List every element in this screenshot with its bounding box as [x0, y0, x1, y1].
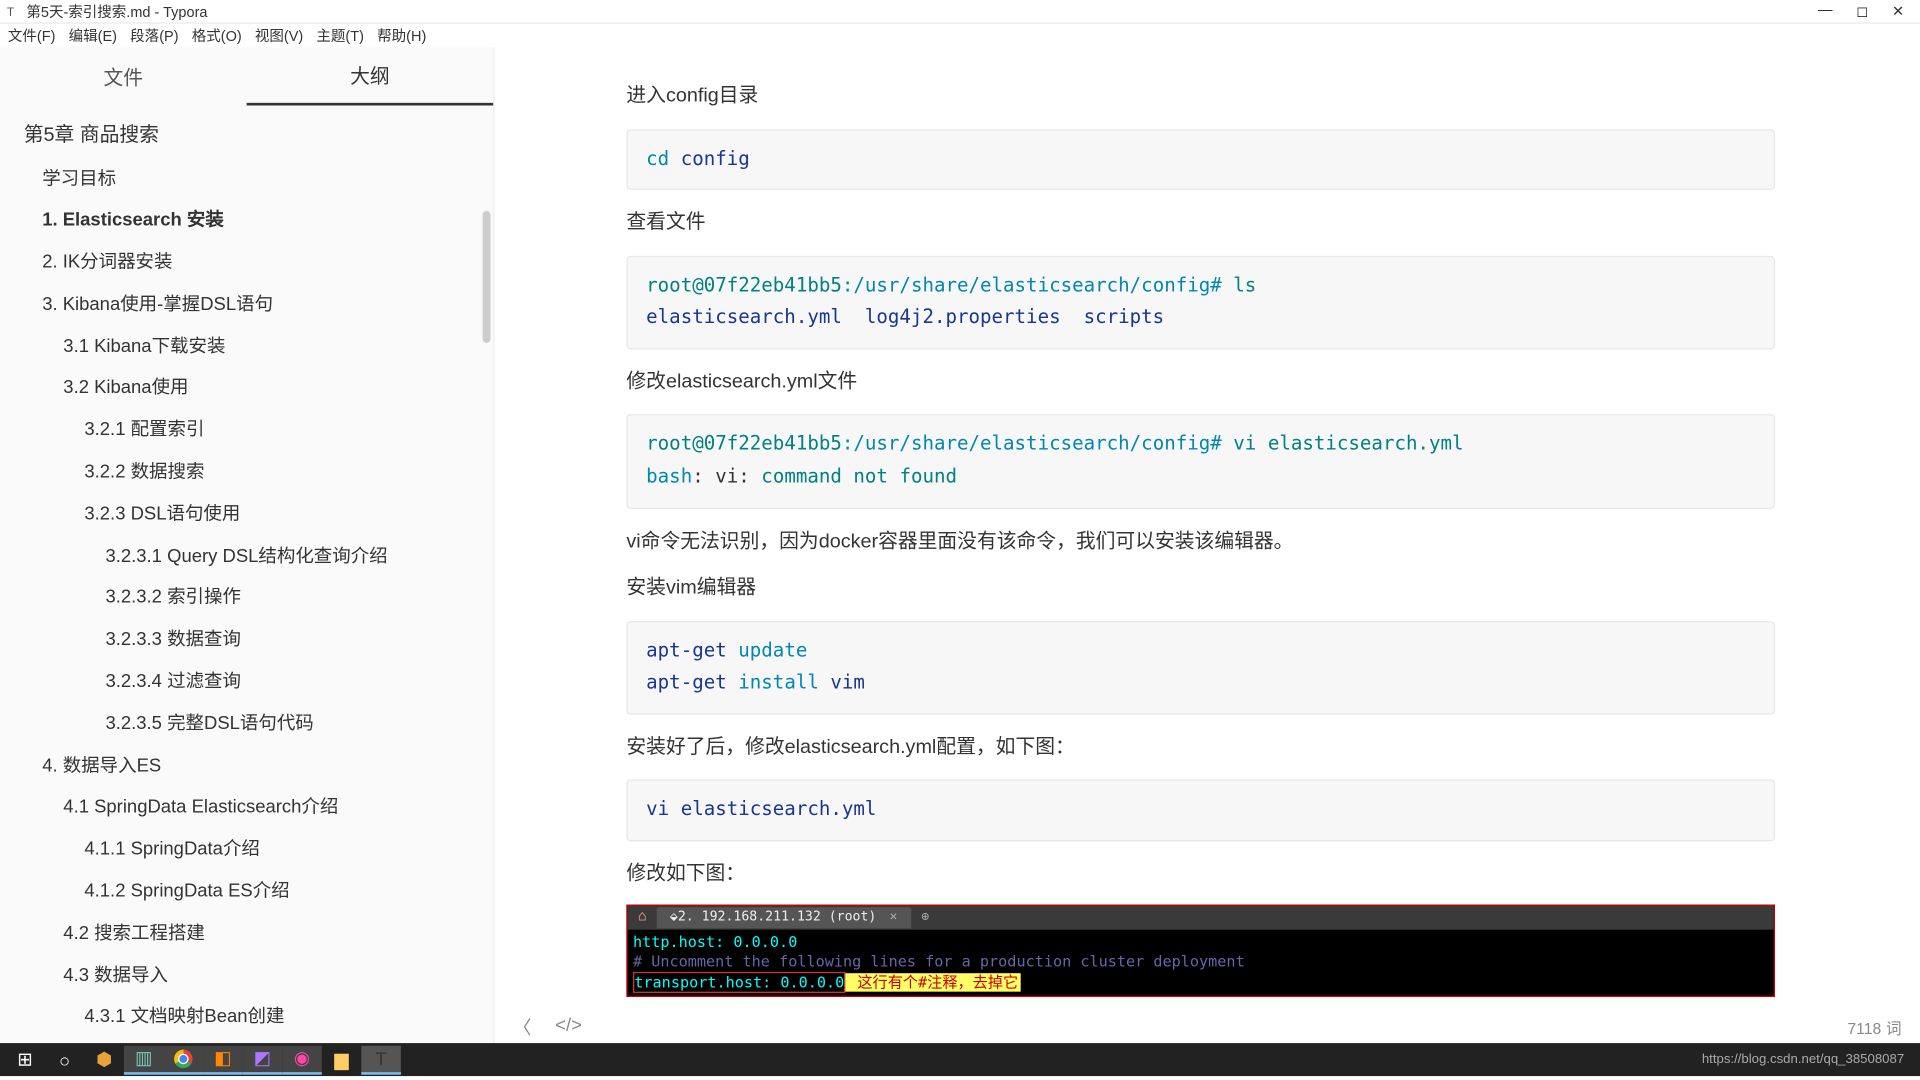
outline-item[interactable]: 3.2 Kibana使用 [0, 367, 493, 409]
outline-item[interactable]: 4.1.2 SpringData ES介绍 [0, 870, 493, 912]
minimize-button[interactable]: — [1818, 3, 1833, 20]
source-mode-icon[interactable]: </> [555, 1014, 582, 1040]
taskbar-app[interactable]: ◧ [203, 1045, 243, 1074]
terminal-add-tab: ⊕ [911, 906, 940, 928]
outline-item[interactable]: 3.2.3.4 过滤查询 [0, 661, 493, 703]
outline-item[interactable]: 3.2.3.5 完整DSL语句代码 [0, 703, 493, 745]
editor-content[interactable]: 进入config目录 cd config 查看文件 root@07f22eb41… [495, 47, 1920, 1043]
outline-tree: 第5章 商品搜索学习目标1. Elasticsearch 安装2. IK分词器安… [0, 105, 493, 1043]
watermark-text: https://blog.csdn.net/qq_38508087 [1702, 1052, 1915, 1067]
outline-item[interactable]: 3.1 Kibana下载安装 [0, 325, 493, 367]
taskbar-app[interactable]: ◩ [243, 1045, 283, 1074]
outline-item[interactable]: 3. Kibana使用-掌握DSL语句 [0, 283, 493, 325]
outline-item[interactable]: 4. 数据导入ES [0, 745, 493, 787]
menu-view[interactable]: 视图(V) [255, 25, 303, 46]
word-count[interactable]: 7118 词 [1847, 1016, 1901, 1038]
outline-item[interactable]: 第5章 商品搜索 [0, 113, 493, 157]
sidebar: 文件 大纲 第5章 商品搜索学习目标1. Elasticsearch 安装2. … [0, 47, 495, 1043]
window-titlebar: T 第5天-索引搜索.md - Typora — ◻ ✕ [0, 0, 1920, 24]
paragraph: 安装好了后，修改elasticsearch.yml配置，如下图： [626, 731, 1775, 765]
code-block: root@07f22eb41bb5:/usr/share/elasticsear… [626, 255, 1775, 349]
taskbar-app[interactable]: ⬢ [84, 1045, 124, 1074]
outline-item[interactable]: 4.2 搜索工程搭建 [0, 912, 493, 954]
code-block: root@07f22eb41bb5:/usr/share/elasticsear… [626, 415, 1775, 509]
paragraph: 安装vim编辑器 [626, 571, 1775, 605]
outline-scrollbar[interactable] [483, 211, 491, 343]
outline-item[interactable]: 3.2.3.3 数据查询 [0, 619, 493, 661]
outline-item[interactable]: 3.2.3 DSL语句使用 [0, 493, 493, 535]
paragraph: 进入config目录 [626, 79, 1775, 113]
outline-item[interactable]: 4.3.1 文档映射Bean创建 [0, 996, 493, 1038]
start-button[interactable]: ⊞ [5, 1045, 45, 1074]
windows-taskbar: ⊞ ○ ⬢ ▥ ◧ ◩ ◉ ▆ T https://blog.csdn.net/… [0, 1043, 1920, 1076]
code-block: vi elasticsearch.yml [626, 780, 1775, 842]
taskbar-chrome[interactable] [164, 1045, 204, 1074]
outline-item[interactable]: 1. Elasticsearch 安装 [0, 200, 493, 242]
status-bar: 〈 </> 7118 词 [495, 1011, 1920, 1043]
tab-files[interactable]: 文件 [0, 49, 247, 103]
terminal-tab: ⬙ 2. 192.168.211.132 (root)× [657, 907, 911, 928]
menu-paragraph[interactable]: 段落(P) [130, 25, 178, 46]
taskbar-app[interactable]: ▥ [124, 1045, 164, 1074]
menu-file[interactable]: 文件(F) [8, 25, 56, 46]
outline-item[interactable]: 4.1 SpringData Elasticsearch介绍 [0, 787, 493, 829]
menu-edit[interactable]: 编辑(E) [69, 25, 117, 46]
outline-item[interactable]: 3.2.3.1 Query DSL结构化查询介绍 [0, 535, 493, 577]
window-title: 第5天-索引搜索.md - Typora [26, 1, 1818, 22]
outline-item[interactable]: 4.1.1 SpringData介绍 [0, 828, 493, 870]
outline-item[interactable]: 3.2.2 数据搜索 [0, 451, 493, 493]
menu-bar: 文件(F) 编辑(E) 段落(P) 格式(O) 视图(V) 主题(T) 帮助(H… [0, 24, 1920, 48]
cortana-icon[interactable]: ○ [45, 1045, 85, 1074]
outline-item[interactable]: 4.3 数据导入 [0, 954, 493, 996]
close-button[interactable]: ✕ [1892, 3, 1904, 20]
taskbar-app[interactable]: ◉ [282, 1045, 322, 1074]
tab-outline[interactable]: 大纲 [247, 48, 494, 105]
taskbar-typora[interactable]: T [361, 1045, 401, 1074]
terminal-home-icon: ⌂ [628, 905, 657, 930]
maximize-button[interactable]: ◻ [1856, 3, 1868, 20]
paragraph: 修改如下图： [626, 857, 1775, 891]
menu-help[interactable]: 帮助(H) [377, 25, 426, 46]
outline-item[interactable]: 3.2.3.2 索引操作 [0, 577, 493, 619]
outline-item[interactable]: 3.2.1 配置索引 [0, 409, 493, 451]
code-block: apt-get update apt-get install vim [626, 621, 1775, 715]
outline-item[interactable]: 2. IK分词器安装 [0, 241, 493, 283]
paragraph: 修改elasticsearch.yml文件 [626, 365, 1775, 399]
paragraph: vi命令无法识别，因为docker容器里面没有该命令，我们可以安装该编辑器。 [626, 524, 1775, 558]
paragraph: 查看文件 [626, 206, 1775, 240]
outline-item[interactable]: 学习目标 [0, 158, 493, 200]
app-icon: T [3, 3, 19, 19]
code-block: cd config [626, 129, 1775, 191]
taskbar-explorer[interactable]: ▆ [322, 1045, 362, 1074]
menu-theme[interactable]: 主题(T) [316, 25, 364, 46]
sidebar-toggle-icon[interactable]: 〈 [513, 1014, 531, 1040]
menu-format[interactable]: 格式(O) [192, 25, 242, 46]
terminal-screenshot: ⌂ ⬙ 2. 192.168.211.132 (root)× ⊕ http.ho… [626, 904, 1775, 997]
